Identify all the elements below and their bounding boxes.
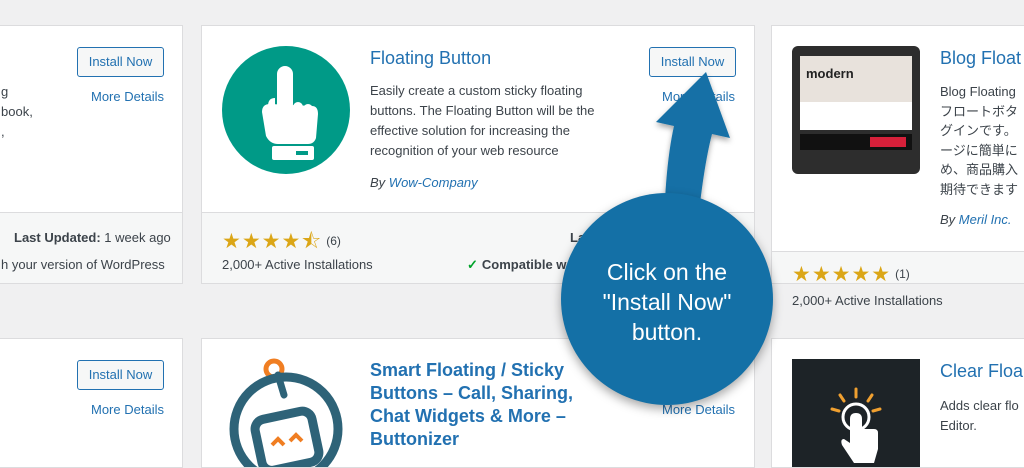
blog-floating-thumbnail[interactable]: modern [792,46,920,174]
rating-count: (1) [895,267,910,281]
author-link[interactable]: Meril Inc. [959,212,1012,227]
plugin-description-fragment: g book, , [1,84,33,139]
install-now-button[interactable]: Install Now [649,47,736,77]
active-installations: 2,000+ Active Installations [222,257,373,272]
plugin-card-left-bottom: Install Now More Details [0,338,183,468]
active-installations: 2,000+ Active Installations [792,293,943,308]
last-updated: Last Updated: 1 week ago [14,230,171,245]
plugin-card-left-top: Install Now More Details g book, , Last … [0,25,183,284]
plugin-title[interactable]: Smart Floating / Sticky Buttons – Call, … [370,359,573,451]
tap-hand-icon [830,387,882,463]
plugin-card-footer: Last Updated: 1 week ago h your version … [0,212,182,283]
author-link[interactable]: Wow-Company [389,175,478,190]
rating-count: (6) [326,234,341,248]
more-details-link[interactable]: More Details [662,89,735,104]
callout-bubble: Click on the "Install Now" button. [561,193,773,405]
thumbnail-red-button [870,137,906,147]
thumbnail-content [800,102,912,130]
compatibility-text: h your version of WordPress [1,257,165,272]
plugin-description: Adds clear flo Editor. [940,398,1019,433]
plugin-title[interactable]: Blog Float [940,48,1021,69]
buttonizer-robot-icon[interactable] [222,355,350,467]
plugin-title[interactable]: Floating Button [370,48,491,69]
floating-button-plugin-icon[interactable] [222,46,350,174]
install-now-button[interactable]: Install Now [77,360,164,390]
pointing-hand-icon [262,66,318,160]
checkmark-icon: ✓ [467,257,478,272]
thumbnail-logo-text: modern [806,66,854,81]
install-now-button[interactable]: Install Now [77,47,164,77]
plugin-card-clear-floating: Clear Floa Adds clear flo Editor. [771,338,1024,468]
clear-floating-thumbnail[interactable] [792,359,920,467]
plugin-card-blog-floating: modern Blog Float Blog Floating フロートボタ グ… [771,25,1024,284]
plugin-description: Blog Floating フロートボタ グインです。 ージに簡単に め、商品購… [940,84,1019,197]
compatibility-text: ✓ Compatible w [467,257,567,272]
plugin-author: By Meril Inc. [940,212,1012,227]
star-rating: ★★★★★ (1) [792,263,910,284]
plugin-title[interactable]: Clear Floa [940,361,1023,382]
more-details-link[interactable]: More Details [91,89,164,104]
robot-icon [229,358,343,467]
plugin-description: Easily create a custom sticky floating b… [370,83,595,158]
more-details-link[interactable]: More Details [91,402,164,417]
plugin-author: By Wow-Company [370,175,478,190]
